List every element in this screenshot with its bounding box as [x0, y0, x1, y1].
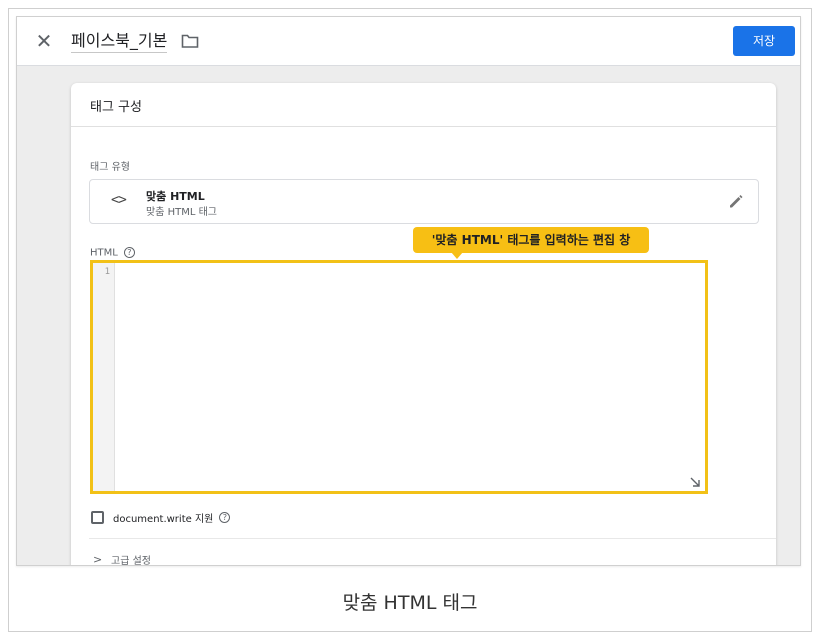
- tag-type-label: 태그 유형: [90, 162, 130, 173]
- html-label-text: HTML: [90, 247, 118, 259]
- advanced-settings-toggle[interactable]: > 고급 설정: [93, 552, 151, 566]
- close-icon[interactable]: ✕: [33, 30, 55, 52]
- card-header: 태그 구성: [71, 83, 776, 127]
- tag-type-name: 맞춤 HTML: [146, 190, 205, 203]
- advanced-settings-label: 고급 설정: [111, 555, 151, 566]
- tag-type-description: 맞춤 HTML 태그: [146, 207, 217, 218]
- divider: [89, 538, 776, 539]
- line-number: 1: [104, 267, 110, 277]
- line-number-gutter: 1: [93, 263, 115, 491]
- html-code-editor[interactable]: 1: [90, 260, 708, 494]
- editor-callout: '맞춤 HTML' 태그를 입력하는 편집 창: [413, 227, 649, 253]
- top-bar: ✕ 페이스북_기본 저장: [17, 17, 800, 66]
- tag-type-selector[interactable]: <> 맞춤 HTML 맞춤 HTML 태그: [89, 179, 759, 224]
- document-write-checkbox[interactable]: [91, 510, 104, 524]
- document-write-option[interactable]: document.write 지원 ?: [91, 509, 231, 525]
- pencil-icon[interactable]: [728, 193, 744, 209]
- tag-editor-window: ✕ 페이스북_기본 저장 태그 구성 태그 유형 <> 맞춤 HTML 맞춤 H…: [16, 16, 801, 566]
- document-write-label: document.write 지원: [113, 513, 214, 525]
- tag-configuration-card: 태그 구성 태그 유형 <> 맞춤 HTML 맞춤 HTML 태그 '맞춤 HT…: [71, 83, 776, 566]
- html-field-label: HTML?: [90, 247, 135, 259]
- save-button[interactable]: 저장: [733, 26, 795, 56]
- code-input-area[interactable]: [115, 263, 705, 491]
- help-icon[interactable]: ?: [123, 247, 135, 258]
- code-icon: <>: [111, 192, 127, 208]
- resize-icon[interactable]: [689, 476, 701, 488]
- callout-pointer: [451, 252, 463, 259]
- card-title: 태그 구성: [90, 100, 142, 115]
- chevron-right-icon: >: [93, 552, 103, 566]
- help-icon[interactable]: ?: [219, 511, 231, 523]
- figure-caption: 맞춤 HTML 태그: [342, 592, 478, 614]
- tag-title[interactable]: 페이스북_기본: [71, 29, 168, 53]
- folder-icon[interactable]: [181, 33, 199, 49]
